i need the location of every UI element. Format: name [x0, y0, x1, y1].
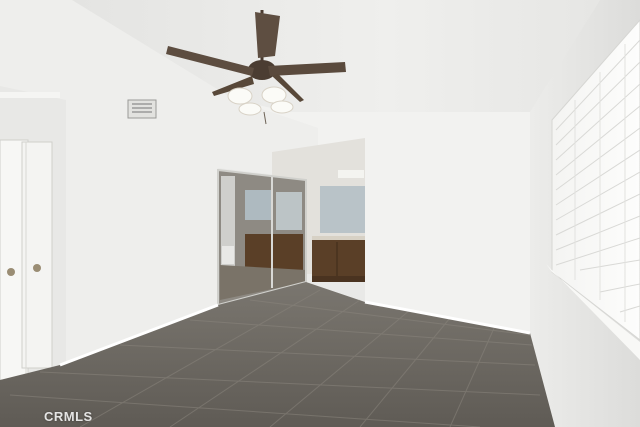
room-photo — [0, 0, 640, 427]
door-knob[interactable] — [7, 268, 15, 276]
watermark-text: CRMLS — [44, 409, 93, 424]
door-knob[interactable] — [33, 264, 41, 272]
mirrored-closet-doors[interactable] — [217, 168, 307, 307]
closet-door-double[interactable] — [0, 139, 53, 381]
vanity-cabinet — [312, 240, 365, 280]
air-vent — [127, 99, 157, 119]
